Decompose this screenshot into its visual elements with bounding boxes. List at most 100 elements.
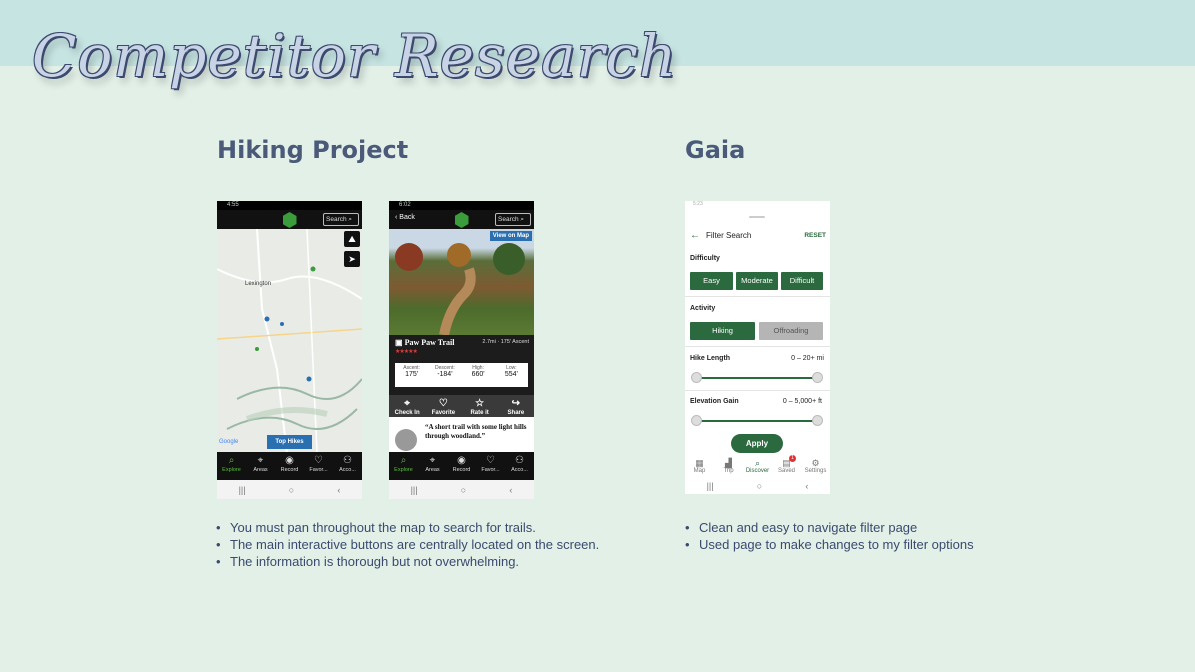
list-item: Clean and easy to navigate filter page	[685, 519, 974, 536]
tab-explore[interactable]: ⌕ Explore	[389, 452, 418, 480]
elevation-label: Elevation Gain	[690, 398, 739, 405]
tab-favorites[interactable]: ♡ Favor...	[304, 452, 333, 480]
map-view[interactable]: Lexington ⛰ ➤ Google Top Hikes	[217, 229, 362, 453]
heart-icon: ♡	[486, 455, 495, 466]
hike-length-slider[interactable]	[701, 377, 816, 379]
search-input[interactable]: Search ⌕	[323, 213, 359, 226]
tab-record[interactable]: ◉ Record	[447, 452, 476, 480]
action-bar: ⌖ Check In ♡ Favorite ☆ Rate it ↪ Share	[389, 395, 534, 417]
folder-icon: ▤	[782, 458, 791, 468]
bottom-tab-bar: ⌕ Explore ⌖ Areas ◉ Record ♡ Favor... ⚇ Acco.…	[389, 452, 534, 480]
tab-areas[interactable]: ⌖ Areas	[418, 452, 447, 480]
tab-trip[interactable]: ▟ Trip	[714, 455, 743, 477]
divider	[685, 296, 830, 297]
system-nav-bar: ||| ○ ‹	[217, 480, 362, 499]
top-nav: Search ⌕	[217, 210, 362, 229]
home-icon[interactable]: ○	[289, 485, 294, 495]
reset-button[interactable]: RESET	[804, 232, 826, 239]
person-icon: ⚇	[343, 455, 352, 466]
status-bar: 6:02	[389, 201, 534, 210]
back-arrow-icon[interactable]: ←	[690, 230, 700, 241]
divider	[685, 346, 830, 347]
search-icon: ⌕	[400, 455, 407, 466]
difficulty-label: Difficulty	[690, 255, 720, 262]
hike-length-max-handle[interactable]	[812, 372, 823, 383]
avatar	[395, 429, 417, 451]
hike-length-min-handle[interactable]	[691, 372, 702, 383]
map-roads	[217, 229, 362, 453]
heading-gaia: Gaia	[685, 136, 746, 164]
tab-account[interactable]: ⚇ Acco...	[333, 452, 362, 480]
tab-favorites[interactable]: ♡ Favor...	[476, 452, 505, 480]
favorite-button[interactable]: ♡ Favorite	[425, 395, 461, 417]
stat-low: Low: 554'	[504, 365, 518, 378]
apply-button[interactable]: Apply	[731, 434, 783, 453]
search-input[interactable]: Search ⌕	[495, 213, 531, 226]
tab-map[interactable]: ▦ Map	[685, 455, 714, 477]
elevation-max-handle[interactable]	[812, 415, 823, 426]
gear-icon: ⚙	[811, 458, 820, 468]
tab-areas[interactable]: ⌖ Areas	[246, 452, 275, 480]
difficulty-difficult-button[interactable]: Difficult	[781, 272, 823, 290]
difficulty-moderate-button[interactable]: Moderate	[736, 272, 778, 290]
back-button[interactable]: ‹ Back	[395, 214, 415, 221]
elevation-slider[interactable]	[701, 420, 816, 422]
trail-name: ▣ Paw Paw Trail	[395, 338, 455, 347]
divider	[685, 390, 830, 391]
search-icon: ⌕	[348, 216, 353, 223]
record-icon: ◉	[285, 455, 294, 466]
heart-icon: ♡	[314, 455, 323, 466]
stat-descent: Descent: -184'	[435, 365, 455, 378]
tab-record[interactable]: ◉ Record	[275, 452, 304, 480]
difficulty-easy-button[interactable]: Easy	[690, 272, 733, 290]
hiking-project-logo-icon	[282, 212, 297, 228]
list-item: The information is thorough but not over…	[216, 553, 599, 570]
tab-settings[interactable]: ⚙ Settings	[801, 455, 830, 477]
trail-photo: View on Map	[389, 229, 534, 337]
top-nav: ‹ Back Search ⌕	[389, 210, 534, 229]
activity-label: Activity	[690, 305, 716, 312]
rate-button[interactable]: ☆ Rate it	[462, 395, 498, 417]
home-icon[interactable]: ○	[461, 485, 466, 495]
recents-icon[interactable]: |||	[411, 485, 418, 495]
tab-discover[interactable]: ⌕ Discover	[743, 455, 772, 477]
back-icon[interactable]: ‹	[509, 485, 512, 495]
search-icon: ⌕	[754, 458, 761, 468]
hike-length-label: Hike Length	[690, 355, 731, 362]
tab-account[interactable]: ⚇ Acco...	[505, 452, 534, 480]
slide-title: Competitor Research	[32, 22, 678, 90]
rating-stars: ★★★★★	[395, 349, 418, 355]
activity-hiking-button[interactable]: Hiking	[690, 322, 755, 340]
stat-ascent: Ascent: 175'	[403, 365, 420, 378]
map-attribution: Google	[219, 439, 239, 445]
tab-saved[interactable]: ▤ Saved 1	[772, 455, 801, 477]
back-icon[interactable]: ‹	[337, 485, 340, 495]
map-icon: ▦	[695, 458, 704, 468]
home-icon[interactable]: ○	[757, 481, 762, 491]
top-hikes-button[interactable]: Top Hikes	[267, 435, 312, 449]
review-quote: “A short trail with some light hills thr…	[425, 423, 527, 440]
bottom-tab-bar: ▦ Map ▟ Trip ⌕ Discover ▤ Saved 1 ⚙ Settings	[685, 455, 830, 477]
elevation-min-handle[interactable]	[691, 415, 702, 426]
star-icon: ☆	[475, 398, 485, 409]
hiking-project-trail-screenshot: 6:02 ‹ Back Search ⌕ View on Map ▣ Paw P…	[389, 201, 534, 499]
trail-stats: Ascent: 175' Descent: -184' High: 660' Low:…	[395, 363, 528, 387]
terrain-icon[interactable]: ⛰	[344, 231, 360, 247]
locate-icon[interactable]: ➤	[344, 251, 360, 267]
activity-offroading-button[interactable]: Offroading	[759, 322, 823, 340]
sheet-handle[interactable]	[749, 216, 765, 218]
check-in-button[interactable]: ⌖ Check In	[389, 395, 425, 417]
share-button[interactable]: ↪ Share	[498, 395, 534, 417]
pin-icon: ⌖	[257, 455, 264, 466]
bottom-tab-bar: ⌕ Explore ⌖ Areas ◉ Record ♡ Favor... ⚇ Acco.…	[217, 452, 362, 480]
view-on-map-button[interactable]: View on Map	[489, 231, 532, 241]
tab-explore[interactable]: ⌕ Explore	[217, 452, 246, 480]
hike-length-value: 0 – 20+ mi	[791, 355, 824, 362]
filter-title: Filter Search	[706, 231, 752, 240]
back-icon[interactable]: ‹	[805, 481, 808, 491]
recents-icon[interactable]: |||	[239, 485, 246, 495]
recents-icon[interactable]: |||	[707, 481, 714, 491]
record-icon: ◉	[457, 455, 466, 466]
gaia-filter-screenshot: 5:23 ← Filter Search RESET Difficulty Ea…	[685, 201, 830, 494]
pin-icon: ⌖	[429, 455, 436, 466]
